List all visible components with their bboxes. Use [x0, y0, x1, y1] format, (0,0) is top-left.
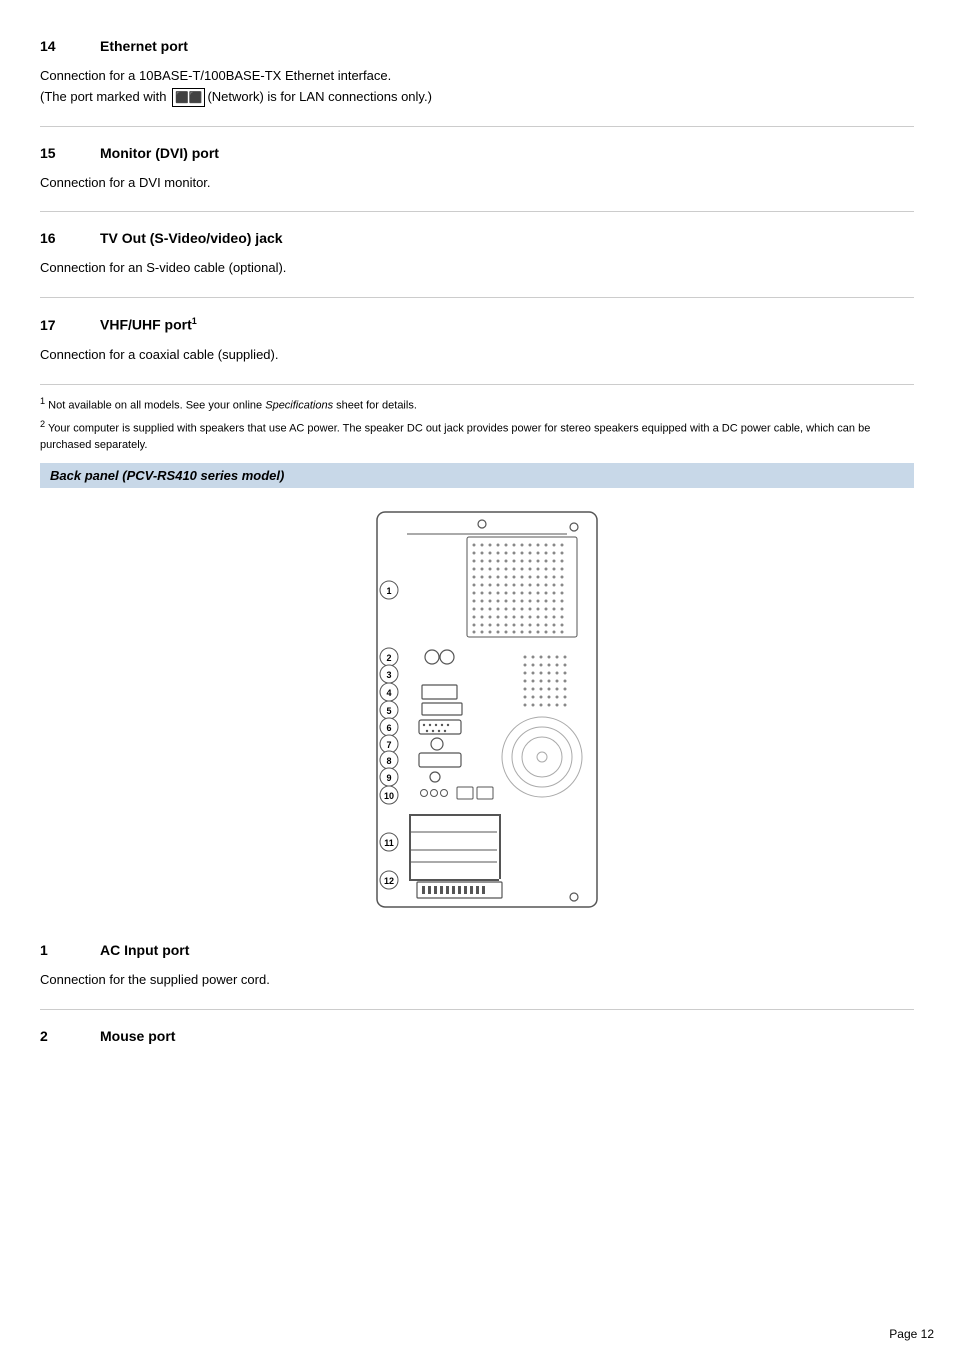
section-14: 14 Ethernet port Connection for a 10BASE…: [40, 38, 914, 108]
page-number: Page 12: [889, 1327, 934, 1341]
back-panel-diagram: 1 2 3 4 5 6 7: [40, 502, 914, 922]
svg-text:1: 1: [386, 586, 391, 596]
diagram-svg: 1 2 3 4 5 6 7: [327, 502, 627, 922]
footnote-1-ref: 1: [40, 396, 45, 406]
svg-text:11: 11: [384, 838, 394, 848]
section-15-number: 15: [40, 145, 100, 161]
svg-text:6: 6: [386, 723, 391, 733]
svg-text:2: 2: [386, 653, 391, 663]
section-14-number: 14: [40, 38, 100, 54]
divider-14-15: [40, 126, 914, 127]
back-panel-banner: Back panel (PCV-RS410 series model): [40, 463, 914, 488]
footnote-1: 1 Not available on all models. See your …: [40, 395, 914, 414]
svg-text:9: 9: [386, 773, 391, 783]
divider-15-16: [40, 211, 914, 212]
section-bottom-1: 1 AC Input port Connection for the suppl…: [40, 942, 914, 991]
divider-after-17: [40, 384, 914, 385]
section-16-title: TV Out (S-Video/video) jack: [100, 230, 283, 246]
section-17-number: 17: [40, 317, 100, 333]
footnote-2: 2 Your computer is supplied with speaker…: [40, 418, 914, 454]
network-icon: ⬛⬛: [172, 88, 205, 108]
section-16-body: Connection for an S-video cable (optiona…: [40, 258, 914, 279]
svg-text:12: 12: [384, 876, 394, 886]
footnote-2-ref: 2: [40, 419, 45, 429]
footnote-1-italic: Specifications: [265, 399, 333, 411]
footnote-ref-1: 1: [192, 316, 197, 326]
section-bottom-2-title: Mouse port: [100, 1028, 175, 1044]
section-bottom-2-number: 2: [40, 1028, 100, 1044]
section-17-title: VHF/UHF port1: [100, 316, 197, 333]
section-16-number: 16: [40, 230, 100, 246]
svg-text:4: 4: [386, 688, 391, 698]
section-bottom-1-body: Connection for the supplied power cord.: [40, 970, 914, 991]
footnotes: 1 Not available on all models. See your …: [40, 395, 914, 454]
section-15-body: Connection for a DVI monitor.: [40, 173, 914, 194]
svg-text:3: 3: [386, 670, 391, 680]
divider-bottom-1-2: [40, 1009, 914, 1010]
svg-text:5: 5: [386, 706, 391, 716]
divider-16-17: [40, 297, 914, 298]
svg-text:8: 8: [386, 756, 391, 766]
section-bottom-1-number: 1: [40, 942, 100, 958]
section-14-title: Ethernet port: [100, 38, 188, 54]
section-15: 15 Monitor (DVI) port Connection for a D…: [40, 145, 914, 194]
section-bottom-1-title: AC Input port: [100, 942, 189, 958]
svg-text:10: 10: [384, 791, 394, 801]
section-17: 17 VHF/UHF port1 Connection for a coaxia…: [40, 316, 914, 365]
section-15-title: Monitor (DVI) port: [100, 145, 219, 161]
section-bottom-2: 2 Mouse port: [40, 1028, 914, 1044]
section-16: 16 TV Out (S-Video/video) jack Connectio…: [40, 230, 914, 279]
svg-text:7: 7: [386, 740, 391, 750]
section-17-body: Connection for a coaxial cable (supplied…: [40, 345, 914, 366]
section-14-body: Connection for a 10BASE-T/100BASE-TX Eth…: [40, 66, 914, 108]
